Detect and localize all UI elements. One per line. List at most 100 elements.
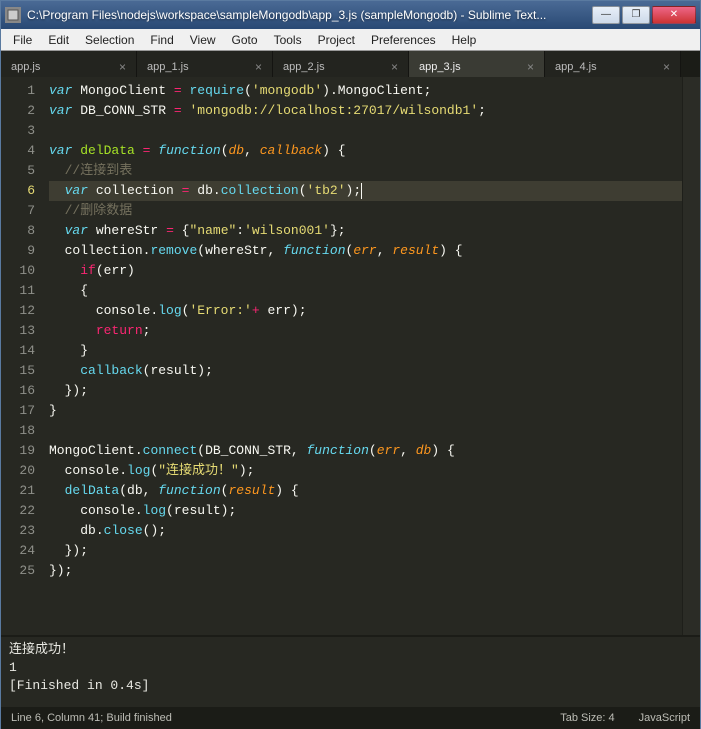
token-pl: ): [127, 263, 135, 278]
token-pl: ,: [400, 443, 416, 458]
tab-label: app_2.js: [283, 61, 325, 73]
token-pl: ;: [424, 83, 432, 98]
token-pl: MongoClient: [80, 83, 166, 98]
token-pl: [49, 263, 80, 278]
menu-item-view[interactable]: View: [182, 31, 224, 49]
menu-item-find[interactable]: Find: [142, 31, 181, 49]
text-cursor: [361, 183, 362, 199]
code-line[interactable]: MongoClient.connect(DB_CONN_STR, functio…: [49, 441, 682, 461]
token-pl: MongoClient: [49, 443, 135, 458]
tab-app_1-js[interactable]: app_1.js×: [137, 51, 273, 77]
window-title: C:\Program Files\nodejs\workspace\sample…: [27, 8, 590, 22]
code-line[interactable]: }: [49, 401, 682, 421]
code-line[interactable]: console.log(result);: [49, 501, 682, 521]
build-output-panel: 连接成功！ 1 [Finished in 0.4s]: [1, 635, 700, 707]
menu-item-file[interactable]: File: [5, 31, 40, 49]
code-line[interactable]: });: [49, 381, 682, 401]
minimap[interactable]: [682, 77, 700, 635]
line-number: 23: [1, 521, 35, 541]
token-pl: });: [49, 383, 88, 398]
token-kw: var: [65, 223, 88, 238]
close-icon[interactable]: ×: [391, 60, 398, 74]
token-pl: [49, 203, 65, 218]
token-pl: [49, 163, 65, 178]
token-pl: ,: [143, 483, 159, 498]
editor-area[interactable]: 1234567891011121314151617181920212223242…: [1, 77, 700, 635]
token-pl: [88, 183, 96, 198]
window-controls: — ❐ ✕: [590, 6, 696, 24]
token-pl: whereStr: [96, 223, 158, 238]
code-line[interactable]: var DB_CONN_STR = 'mongodb://localhost:2…: [49, 101, 682, 121]
line-number: 18: [1, 421, 35, 441]
token-pl: ,: [244, 143, 260, 158]
token-param: db: [229, 143, 245, 158]
code-line[interactable]: if(err): [49, 261, 682, 281]
tab-app_2-js[interactable]: app_2.js ×: [273, 51, 409, 77]
close-icon[interactable]: ×: [527, 60, 534, 74]
token-kw: var: [49, 143, 72, 158]
token-pl: collection: [65, 243, 143, 258]
line-number: 4: [1, 141, 35, 161]
token-call: close: [104, 523, 143, 538]
token-call: connect: [143, 443, 198, 458]
tab-app-js[interactable]: app.js×: [1, 51, 137, 77]
token-pl: [88, 223, 96, 238]
code-line[interactable]: db.close();: [49, 521, 682, 541]
close-icon[interactable]: ×: [663, 60, 670, 74]
menu-item-edit[interactable]: Edit: [40, 31, 77, 49]
code-line[interactable]: console.log('Error:'+ err);: [49, 301, 682, 321]
token-pl: console: [65, 463, 120, 478]
code-line[interactable]: var collection = db.collection('tb2');: [49, 181, 682, 201]
token-call: collection: [221, 183, 299, 198]
close-icon[interactable]: ×: [119, 60, 126, 74]
code-line[interactable]: var whereStr = {"name":'wilson001'};: [49, 221, 682, 241]
maximize-button[interactable]: ❐: [622, 6, 650, 24]
token-pl: DB_CONN_STR: [205, 443, 291, 458]
code-area[interactable]: var MongoClient = require('mongodb').Mon…: [45, 77, 682, 635]
status-syntax[interactable]: JavaScript: [639, 712, 690, 724]
code-line[interactable]: return;: [49, 321, 682, 341]
line-number: 10: [1, 261, 35, 281]
close-button[interactable]: ✕: [652, 6, 696, 24]
token-str: 'tb2': [307, 183, 346, 198]
menu-item-selection[interactable]: Selection: [77, 31, 142, 49]
code-line[interactable]: [49, 421, 682, 441]
token-pl: [49, 183, 65, 198]
line-number: 5: [1, 161, 35, 181]
token-pl: :: [236, 223, 244, 238]
code-line[interactable]: collection.remove(whereStr, function(err…: [49, 241, 682, 261]
code-line[interactable]: delData(db, function(result) {: [49, 481, 682, 501]
menu-item-preferences[interactable]: Preferences: [363, 31, 444, 49]
token-call: log: [158, 303, 181, 318]
code-line[interactable]: [49, 121, 682, 141]
code-line[interactable]: console.log("连接成功！");: [49, 461, 682, 481]
code-line[interactable]: });: [49, 541, 682, 561]
statusbar: Line 6, Column 41; Build finished Tab Si…: [1, 707, 700, 729]
token-pl: ): [322, 83, 330, 98]
token-pl: (: [244, 83, 252, 98]
code-line[interactable]: callback(result);: [49, 361, 682, 381]
token-kw: var: [65, 183, 88, 198]
menu-item-help[interactable]: Help: [444, 31, 485, 49]
token-pl: console: [80, 503, 135, 518]
token-pl: result: [174, 503, 221, 518]
line-number: 19: [1, 441, 35, 461]
status-tab-size[interactable]: Tab Size: 4: [560, 712, 614, 724]
tab-app_4-js[interactable]: app_4.js×: [545, 51, 681, 77]
code-line[interactable]: //删除数据: [49, 201, 682, 221]
code-line[interactable]: {: [49, 281, 682, 301]
line-gutter: 1234567891011121314151617181920212223242…: [1, 77, 45, 635]
line-number: 25: [1, 561, 35, 581]
tab-app_3-js[interactable]: app_3.js×: [409, 51, 545, 77]
code-line[interactable]: }: [49, 341, 682, 361]
code-line[interactable]: var delData = function(db, callback) {: [49, 141, 682, 161]
menu-item-project[interactable]: Project: [310, 31, 363, 49]
close-icon[interactable]: ×: [255, 60, 262, 74]
code-line[interactable]: //连接到表: [49, 161, 682, 181]
minimize-button[interactable]: —: [592, 6, 620, 24]
menu-item-goto[interactable]: Goto: [224, 31, 266, 49]
token-call: log: [143, 503, 166, 518]
code-line[interactable]: });: [49, 561, 682, 581]
menu-item-tools[interactable]: Tools: [266, 31, 310, 49]
code-line[interactable]: var MongoClient = require('mongodb').Mon…: [49, 81, 682, 101]
